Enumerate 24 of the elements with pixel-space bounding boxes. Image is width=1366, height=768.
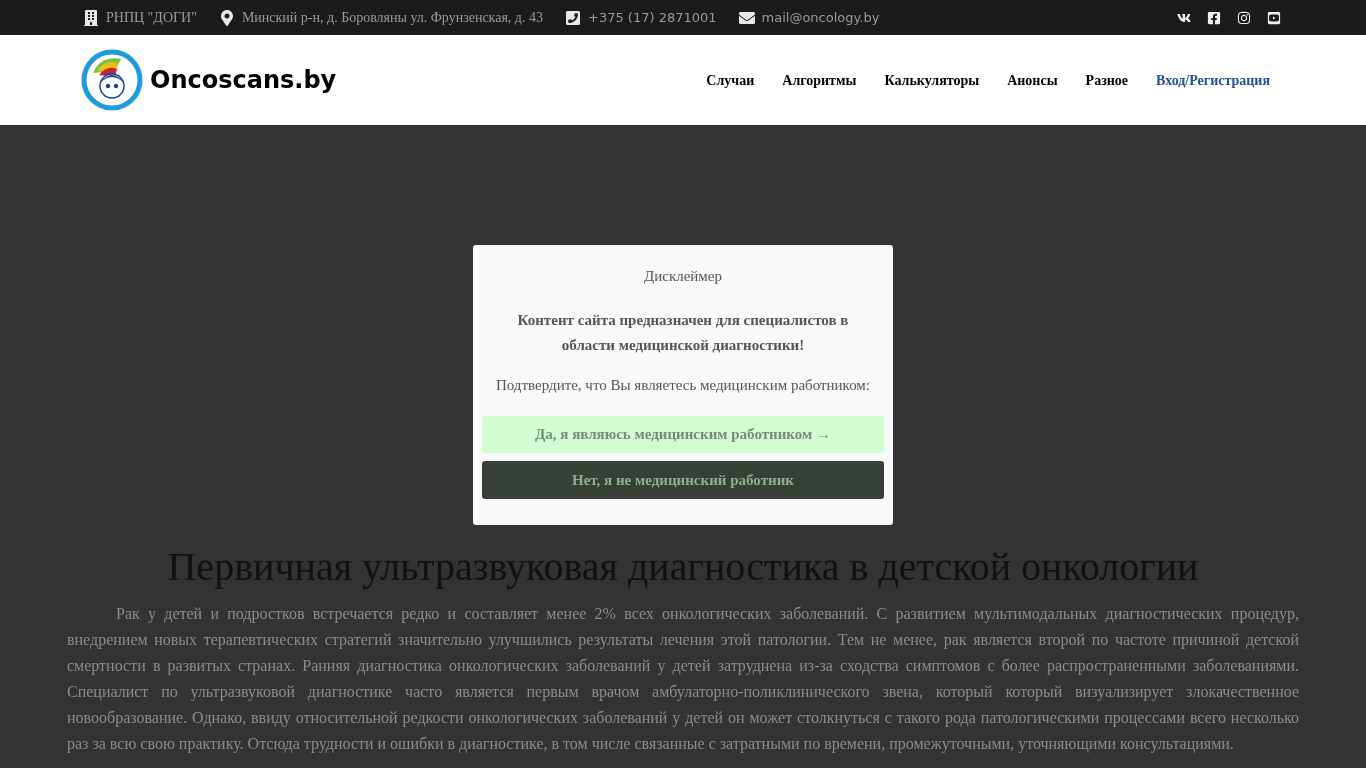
nav-link[interactable]: Случаи <box>706 69 755 91</box>
article-paragraph: Рак у детей и подростков встречается редко и составляет менее 2% всех онкологических заболеваний. С развитием мультимодальных диагностических процедур, внедрением новых терапевтических стратегий значительно улучшились результаты лечения этой патологии. Тем не менее, рак является второй по частоте причиной детской смертности в развитых странах. Ранняя диагностика онкологических заболеваний у детей затруднена из-за сходства симптомов с более распространенными заболеваниями. Специалист по ультразвуковой диагностике часто является первым врачом амбулаторно-поликлинического звена, который который визуализирует злокачественное новообразование. Однако, ввиду относительной редкости онкологических заболеваний у детей он может столкнуться с такого рода патологическими процессами всего несколько раз за всю свою практику. Отсюда трудности и ошибки в диагностике, в том числе связанные с затратными по времени, промежуточными, уточняющими консультациями. <box>66 604 1300 755</box>
contact-text: РНПЦ "ДОГИ" <box>106 9 197 27</box>
mail-icon <box>738 9 755 26</box>
location-pin-icon <box>218 9 235 26</box>
nav-link[interactable]: Калькуляторы <box>884 69 980 91</box>
nav-link[interactable]: Анонсы <box>1007 69 1058 91</box>
prompt-text: Подтвердите, что Вы являетесь медицинским работником: <box>495 375 871 395</box>
nav-link[interactable]: Вход/Регистрация <box>1156 69 1270 91</box>
contact-text[interactable]: +375 (17) 2871001 <box>588 7 717 28</box>
contact-text[interactable]: mail@oncology.by <box>761 7 880 28</box>
phone-icon <box>565 9 581 26</box>
contact-text: Минский р-н, д. Боровляны ул. Фрунзенская, д. 43 <box>241 9 543 27</box>
decline-button[interactable]: Нет, я не медицинский работник <box>482 461 884 499</box>
nav-link[interactable]: Разное <box>1085 69 1129 91</box>
site-name[interactable]: Oncoscans.by <box>150 62 337 98</box>
facebook-icon[interactable] <box>1207 10 1221 25</box>
warning-text: Контент сайта предназначен для специалистов в области медицинской диагностики! <box>516 310 850 355</box>
dialog-title: Дисклеймер <box>644 267 722 286</box>
building-icon <box>83 9 99 26</box>
nav-link[interactable]: Алгоритмы <box>782 69 857 91</box>
logo-icon <box>81 49 143 111</box>
instagram-icon[interactable] <box>1237 10 1251 25</box>
youtube-icon[interactable] <box>1267 10 1281 25</box>
